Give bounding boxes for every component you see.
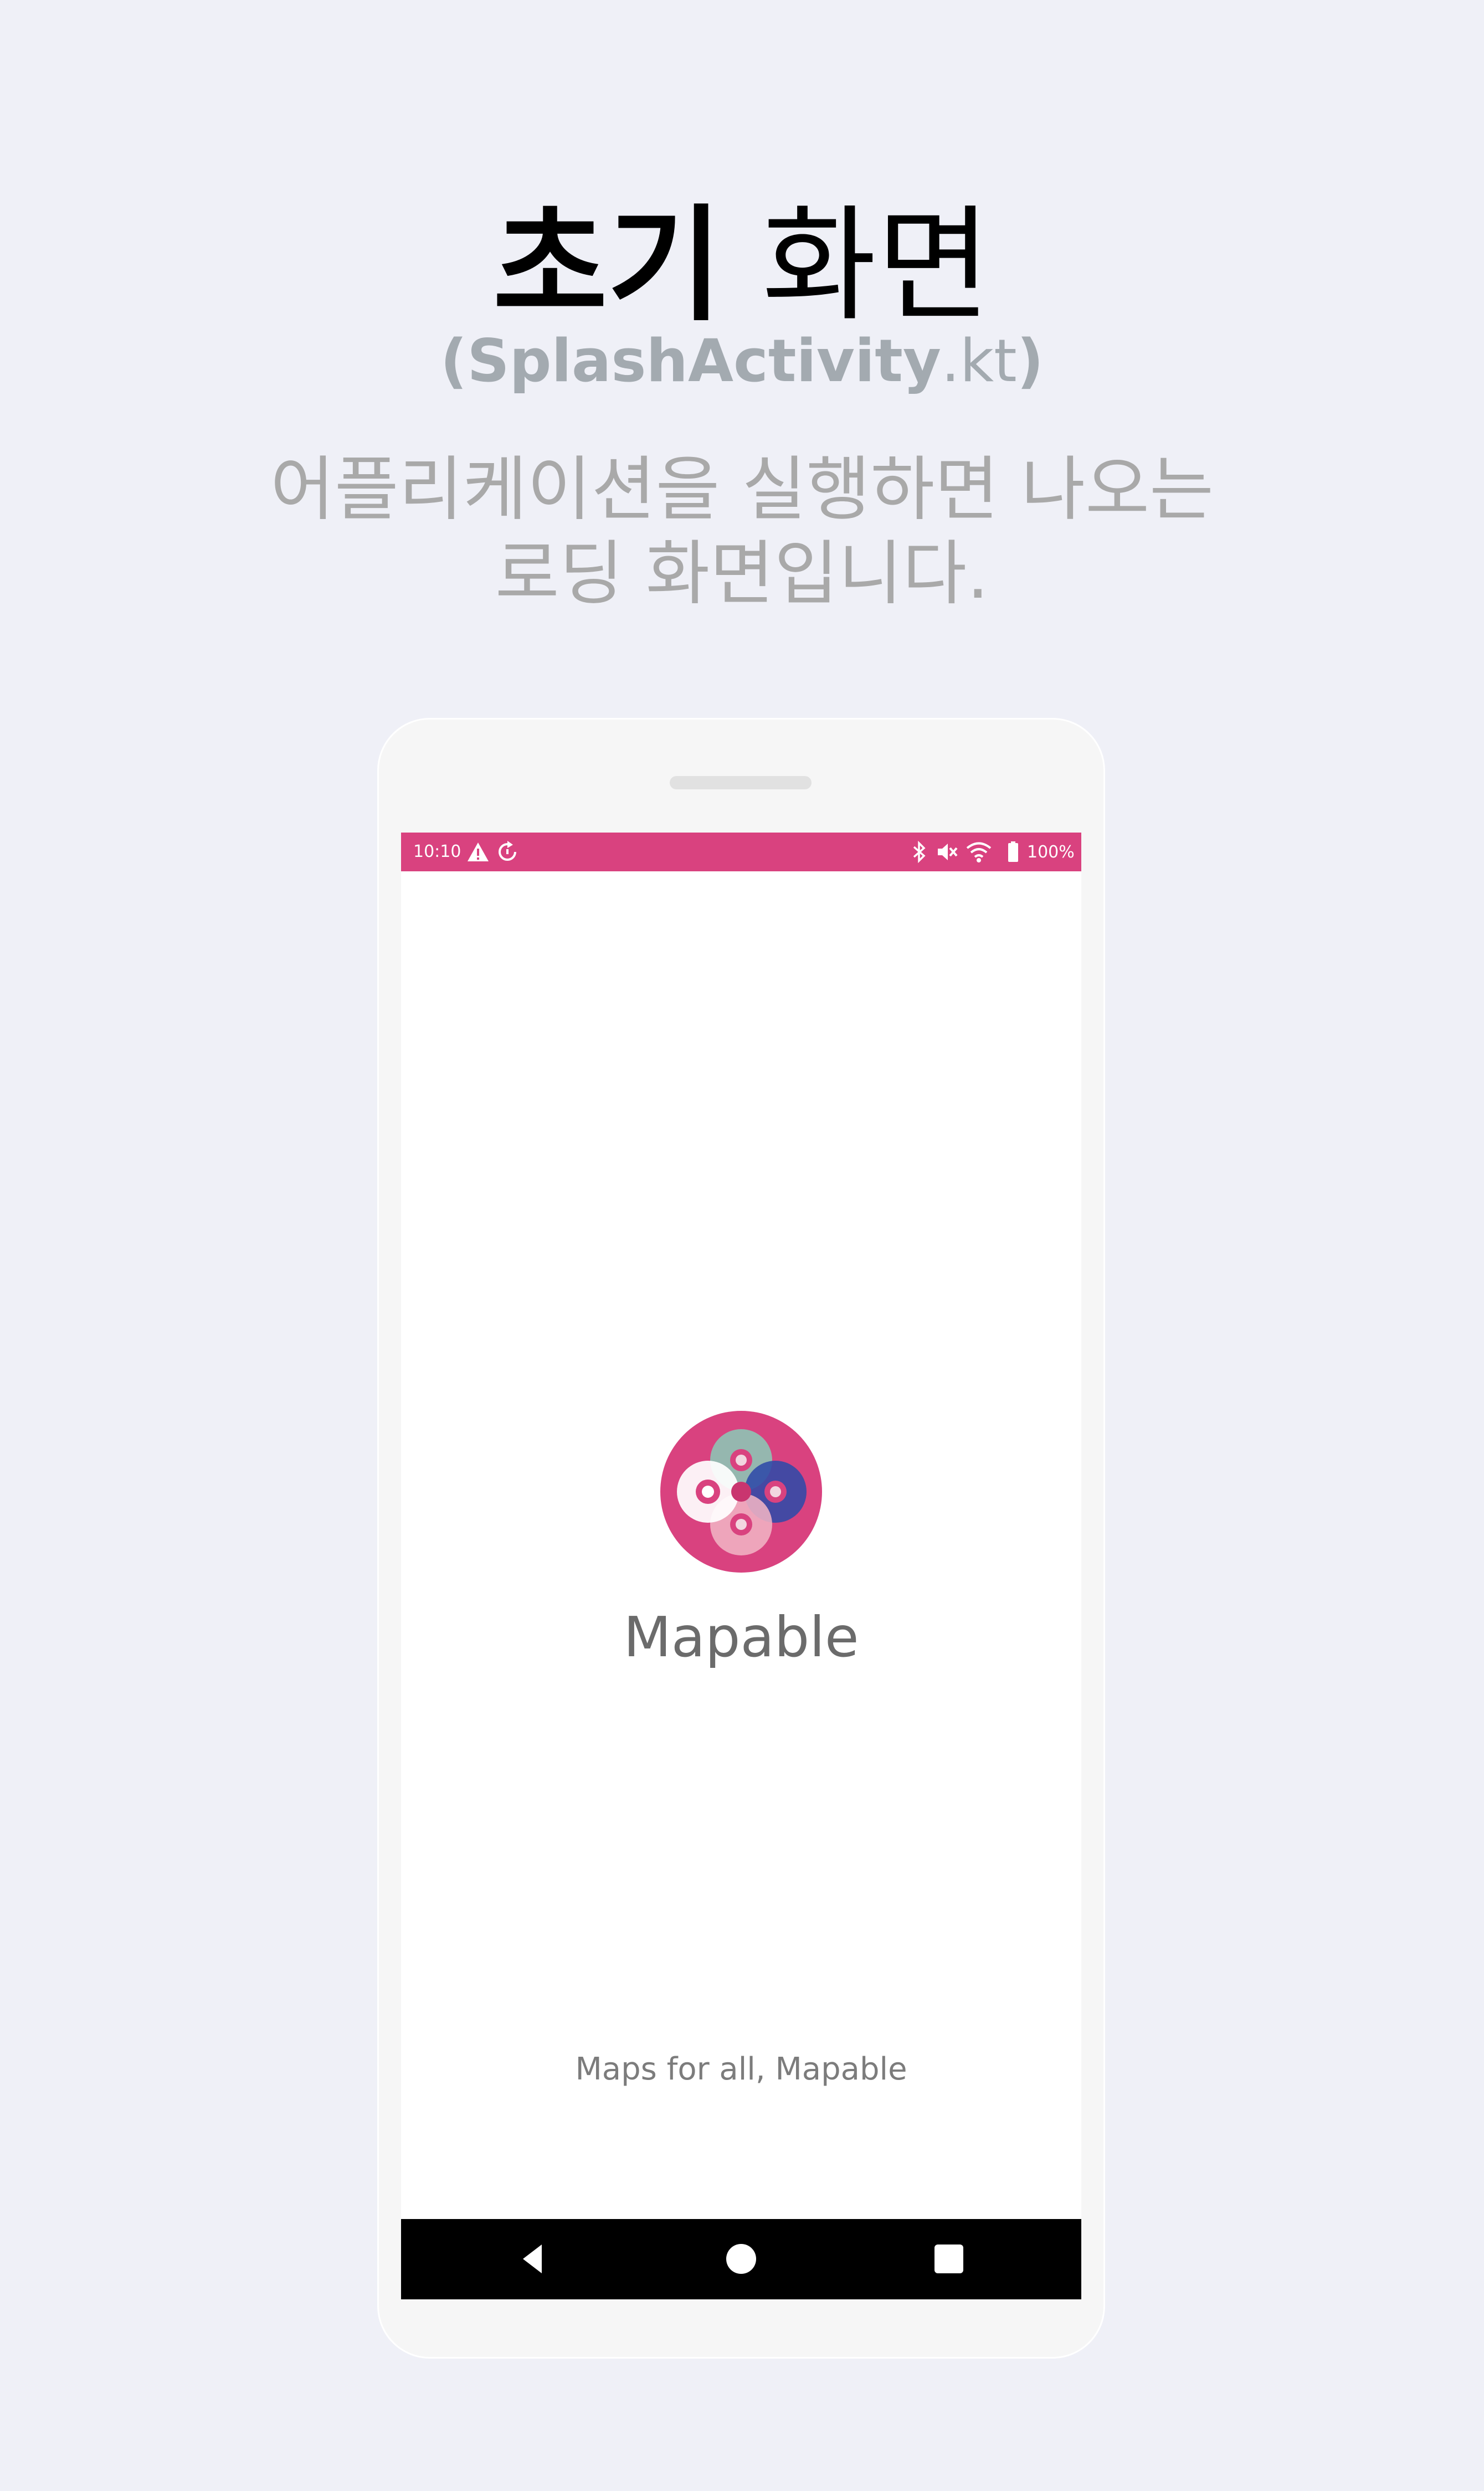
mute-icon	[938, 844, 958, 860]
description-line-1: 어플리케이션을 실행하면 나오는	[270, 449, 1214, 530]
subtitle-filename: SplashActivity	[467, 327, 942, 395]
title-bold: 초기	[492, 193, 722, 338]
bluetooth-icon	[913, 841, 926, 863]
subtitle-extension: .kt	[941, 327, 1017, 395]
page-title: 초기 화면	[0, 194, 1484, 338]
sync-icon	[499, 841, 516, 861]
home-button[interactable]	[708, 2219, 774, 2299]
status-battery: 100%	[1027, 843, 1075, 862]
phone-speaker	[670, 776, 812, 789]
recents-button[interactable]	[916, 2219, 982, 2299]
title-light: 화면	[762, 193, 992, 338]
page-subtitle: (SplashActivity.kt)	[0, 328, 1484, 394]
phone-screen: 10:10 100% Mapable Maps for all, Mapable	[401, 833, 1081, 2299]
back-icon	[523, 2245, 542, 2273]
mapable-logo-icon	[660, 1411, 822, 1573]
app-name: Mapable	[623, 1605, 859, 1670]
navigation-bar	[401, 2219, 1081, 2299]
app-tagline: Maps for all, Mapable	[575, 2051, 907, 2087]
status-time: 10:10	[413, 842, 461, 861]
back-button[interactable]	[501, 2219, 567, 2299]
warning-icon	[468, 843, 489, 861]
description-line-2: 로딩 화면입니다.	[495, 533, 989, 614]
wifi-icon	[966, 842, 992, 862]
subtitle-paren-close: )	[1016, 327, 1044, 395]
home-icon	[726, 2244, 756, 2274]
battery-icon	[1008, 841, 1018, 862]
status-bar: 10:10 100%	[401, 833, 1081, 871]
page-description: 어플리케이션을 실행하면 나오는 로딩 화면입니다.	[0, 448, 1484, 616]
recents-icon	[934, 2245, 963, 2273]
subtitle-paren-open: (	[440, 327, 468, 395]
